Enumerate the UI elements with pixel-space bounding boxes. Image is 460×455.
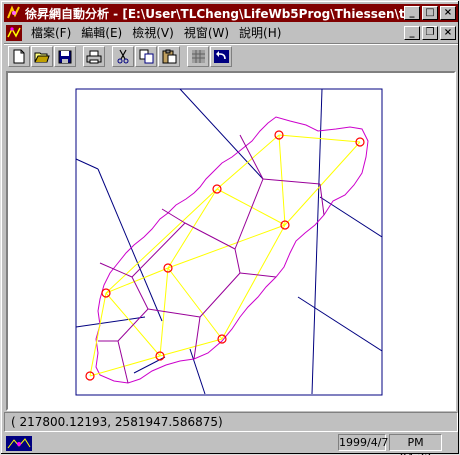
maximize-button[interactable]: □	[422, 6, 438, 20]
thiessen-map[interactable]	[8, 73, 454, 409]
open-button[interactable]	[31, 46, 53, 67]
status-map-icon	[6, 435, 32, 451]
menu-window[interactable]: 視窗(W)	[179, 24, 234, 41]
extent-lines	[75, 88, 383, 395]
open-icon	[34, 52, 50, 62]
new-button[interactable]	[8, 46, 30, 67]
save-icon	[58, 50, 72, 63]
cut-button[interactable]	[112, 46, 134, 67]
map-canvas[interactable]	[6, 71, 456, 411]
window-title: 徐昇網自動分析 - [E:\User\TLCheng\LifeWb5Prog\T…	[25, 6, 404, 21]
status-time: PM 04:32	[389, 434, 442, 455]
doc-restore-button[interactable]: ❐	[422, 25, 438, 40]
undo-button[interactable]	[210, 46, 232, 67]
menu-help[interactable]: 說明(H)	[234, 24, 286, 41]
print-icon	[86, 50, 102, 63]
map-frame	[75, 88, 383, 396]
paste-icon	[162, 49, 176, 64]
coordinate-readout: ( 217800.12193, 2581947.586875)	[4, 412, 458, 432]
copy-icon	[139, 49, 153, 64]
menu-edit[interactable]: 編輯(E)	[76, 24, 127, 41]
thiessen-polygons	[98, 134, 325, 384]
menu-file[interactable]: 檔案(F)	[26, 24, 76, 41]
print-button[interactable]	[83, 46, 105, 67]
document-icon[interactable]	[6, 24, 22, 41]
app-window: 徐昇網自動分析 - [E:\User\TLCheng\LifeWb5Prog\T…	[0, 0, 460, 455]
new-icon	[13, 49, 25, 64]
doc-minimize-button[interactable]: _	[404, 25, 420, 40]
region-boundary	[95, 116, 369, 384]
copy-button[interactable]	[135, 46, 157, 67]
minimize-button[interactable]: _	[404, 6, 420, 20]
doc-close-button[interactable]: ×	[440, 25, 456, 40]
app-icon	[6, 5, 22, 21]
status-date: 1999/4/7	[338, 434, 389, 451]
save-button[interactable]	[54, 46, 76, 67]
grid-button[interactable]	[187, 46, 209, 67]
toolbar	[4, 43, 458, 69]
undo-icon	[213, 50, 229, 63]
paste-button[interactable]	[158, 46, 180, 67]
station-markers[interactable]	[85, 130, 365, 381]
grid-icon	[191, 50, 205, 63]
cut-icon	[117, 49, 129, 64]
status-bar: 1999/4/7 PM 04:32	[4, 434, 458, 455]
title-bar[interactable]: 徐昇網自動分析 - [E:\User\TLCheng\LifeWb5Prog\T…	[4, 4, 458, 22]
menu-view[interactable]: 檢視(V)	[127, 24, 179, 41]
close-button[interactable]: ×	[440, 6, 456, 20]
menu-bar: 檔案(F) 編輯(E) 檢視(V) 視窗(W) 說明(H) _ ❐ ×	[4, 23, 458, 42]
